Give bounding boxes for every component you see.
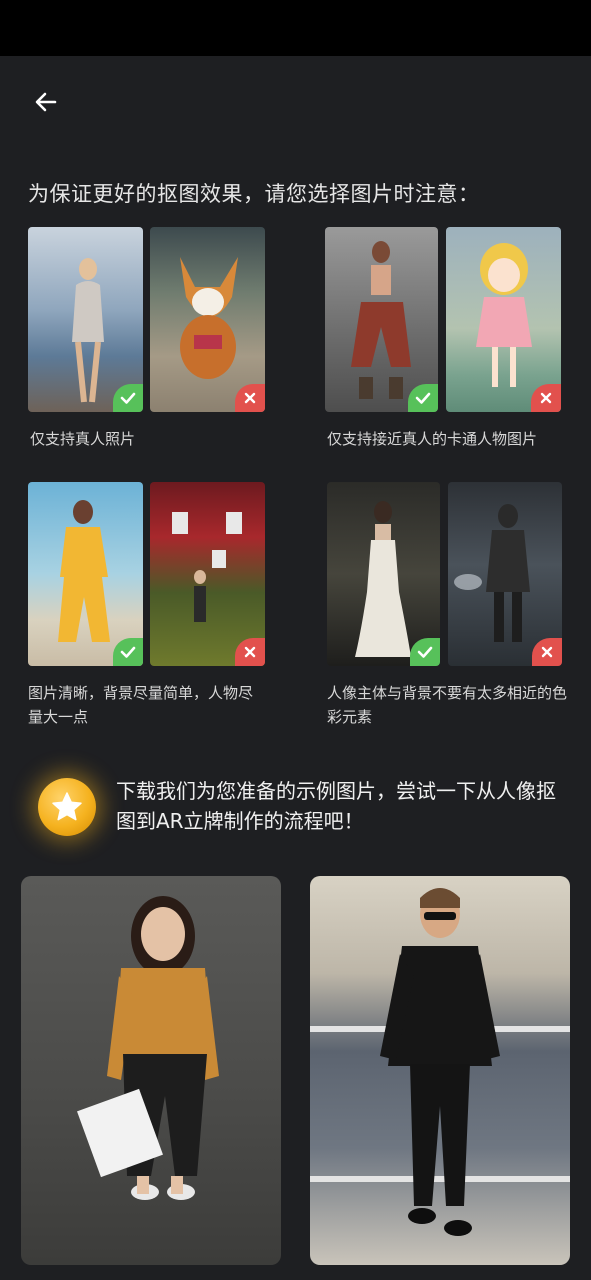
sample-image-card-man[interactable]	[310, 876, 570, 1265]
example-image-bad	[446, 227, 561, 412]
page-heading: 为保证更好的抠图效果，请您选择图片时注意：	[28, 182, 480, 206]
tip-caption: 图片清晰，背景尽量简单，人物尽量大一点	[28, 684, 254, 726]
example-image-bad	[150, 227, 265, 412]
check-icon	[120, 646, 136, 658]
close-icon	[541, 646, 553, 658]
example-image-good	[325, 227, 438, 412]
example-image-bad	[448, 482, 562, 666]
check-icon	[417, 646, 433, 658]
arrow-left-icon	[35, 92, 57, 112]
good-badge	[113, 638, 143, 666]
close-icon	[540, 392, 552, 404]
check-icon	[120, 392, 136, 404]
good-badge	[410, 638, 440, 666]
check-icon	[415, 392, 431, 404]
star-badge	[38, 778, 96, 836]
bad-badge	[532, 638, 562, 666]
sample-photo-woman	[77, 896, 219, 1200]
status-bar	[0, 0, 591, 56]
promo-text: 下载我们为您准备的示例图片，尝试一下从人像抠图到AR立牌制作的流程吧！	[116, 779, 556, 833]
example-image-good	[28, 482, 143, 666]
example-image-good	[28, 227, 143, 412]
star-icon	[52, 792, 82, 821]
example-image-good	[327, 482, 440, 666]
good-badge	[408, 384, 438, 412]
tip-caption: 仅支持接近真人的卡通人物图片	[327, 430, 538, 448]
example-image-bad	[150, 482, 265, 666]
sample-image-card-woman[interactable]	[21, 876, 281, 1265]
bad-badge	[531, 384, 561, 412]
tip-caption: 人像主体与背景不要有太多相近的色彩元素	[327, 684, 568, 726]
bad-badge	[235, 384, 265, 412]
good-badge	[113, 384, 143, 412]
tip-caption: 仅支持真人照片	[30, 430, 136, 448]
bad-badge	[235, 638, 265, 666]
close-icon	[244, 646, 256, 658]
sample-photo-man	[310, 888, 570, 1236]
back-button[interactable]	[28, 84, 64, 120]
close-icon	[244, 392, 256, 404]
